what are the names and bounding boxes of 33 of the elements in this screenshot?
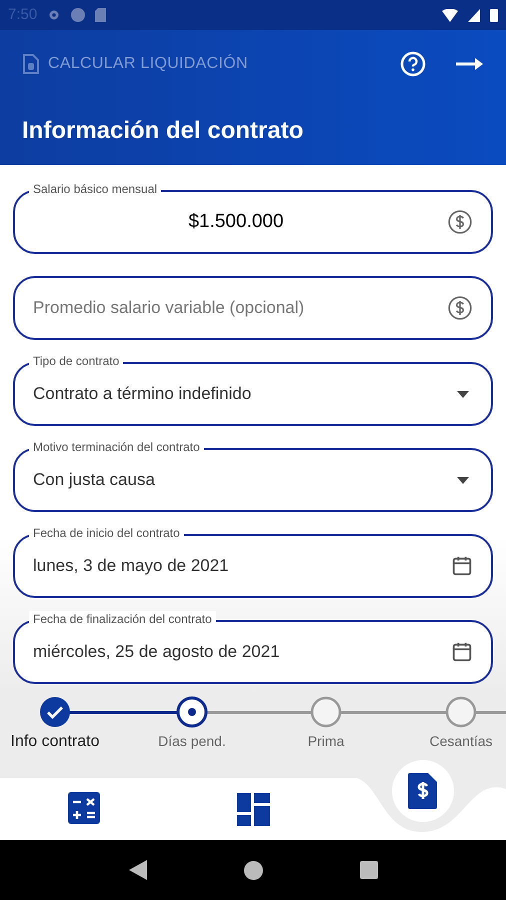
wifi-icon [442, 8, 458, 22]
step-label[interactable]: Días pend. [158, 731, 226, 752]
dropdown-caret-icon[interactable] [457, 390, 469, 398]
dollar-icon[interactable] [447, 295, 473, 321]
back-icon[interactable] [128, 860, 146, 880]
help-icon[interactable] [400, 50, 426, 76]
calendar-icon[interactable] [451, 641, 473, 663]
dashboard-icon [237, 793, 270, 826]
battery-icon [490, 8, 498, 22]
current-step-icon[interactable] [176, 696, 208, 728]
step-label[interactable]: Info contrato [10, 730, 100, 754]
step-label[interactable]: Cesantías [429, 731, 493, 752]
calendar-icon[interactable] [451, 555, 473, 577]
dollar-icon[interactable] [447, 209, 473, 235]
step-label[interactable]: Prima [308, 731, 344, 752]
invoice-dollar-icon [408, 773, 438, 809]
arrow-right-icon[interactable] [456, 56, 484, 72]
home-icon[interactable] [244, 860, 262, 880]
document-icon [22, 54, 40, 74]
check-step-icon[interactable] [40, 697, 70, 727]
input-field[interactable]: Promedio salario variable (opcional) [13, 276, 493, 340]
pending-step-icon[interactable] [445, 696, 477, 728]
calculator-button[interactable] [68, 792, 100, 824]
field-label: Tipo de contrato [29, 353, 124, 369]
calculator-icon [68, 792, 100, 824]
signal-icon [468, 8, 480, 22]
dropdown-caret-icon[interactable] [457, 476, 469, 484]
dashboard-button[interactable] [237, 793, 270, 826]
recents-icon[interactable] [360, 861, 378, 879]
app-bar-title: CALCULAR LIQUIDACIÓN [48, 53, 248, 74]
pending-step-icon[interactable] [310, 696, 342, 728]
gear-icon [47, 8, 62, 22]
page-title: Información del contrato [22, 116, 304, 146]
